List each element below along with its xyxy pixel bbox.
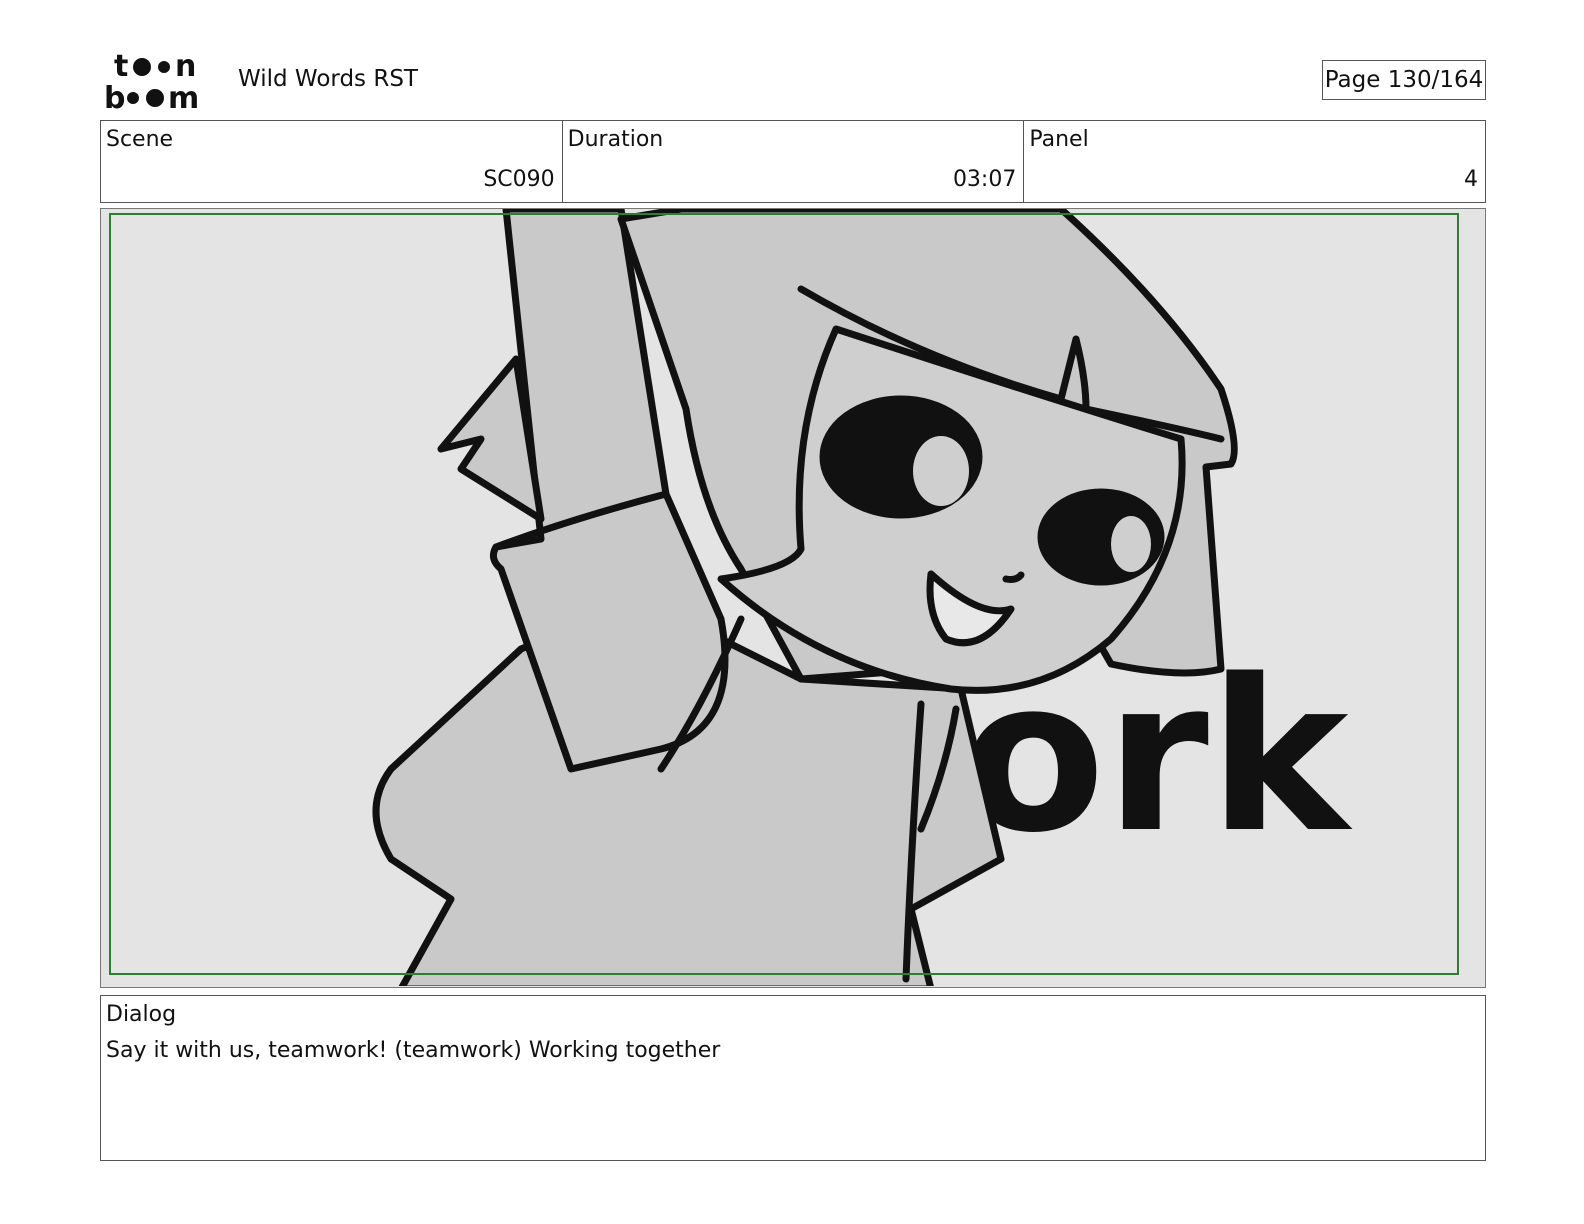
scene-label: Scene: [106, 127, 174, 152]
svg-text:b: b: [104, 81, 125, 112]
toon-boom-logo: t n b m: [104, 50, 199, 112]
storyboard-panel: ork: [100, 208, 1486, 988]
dialog-label: Dialog: [106, 1002, 177, 1027]
panel-label: Panel: [1029, 127, 1089, 152]
dialog-text: Say it with us, teamwork! (teamwork) Wor…: [106, 1038, 721, 1063]
svg-text:t: t: [114, 50, 128, 84]
duration-value: 03:07: [952, 167, 1017, 192]
duration-label: Duration: [567, 127, 664, 152]
page-counter: Page 130/164: [1322, 60, 1486, 100]
dialog-box: Dialog Say it with us, teamwork! (teamwo…: [100, 995, 1486, 1161]
panel-cell: Panel 4: [1024, 121, 1485, 202]
panel-value: 4: [1464, 167, 1479, 192]
duration-cell: Duration 03:07: [563, 121, 1025, 202]
scene-value: SC090: [483, 167, 555, 192]
svg-text:m: m: [168, 81, 199, 112]
scene-cell: Scene SC090: [101, 121, 563, 202]
panel-info-row: Scene SC090 Duration 03:07 Panel 4: [100, 120, 1486, 203]
project-title: Wild Words RST: [238, 66, 418, 92]
panel-drawing: ork: [101, 209, 1484, 986]
svg-text:n: n: [175, 50, 196, 84]
